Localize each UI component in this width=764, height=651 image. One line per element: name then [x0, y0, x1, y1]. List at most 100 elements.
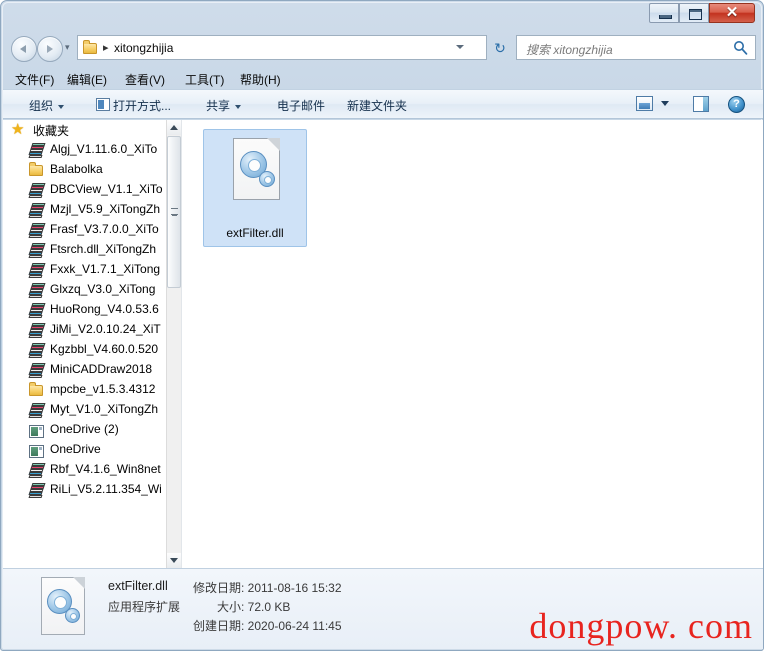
- open-with-icon: [96, 98, 110, 111]
- sidebar-item-algj[interactable]: Algj_V1.11.6.0_XiTo: [3, 140, 166, 160]
- sidebar-item-rbf[interactable]: Rbf_V4.1.6_Win8net: [3, 460, 166, 480]
- file-list-pane[interactable]: extFilter.dll: [184, 120, 763, 568]
- dll-file-icon: [41, 577, 85, 635]
- sidebar-item-glxzq[interactable]: Glxzq_V3.0_XiTong: [3, 280, 166, 300]
- sidebar-item-label: Fxxk_V1.7.1_XiTong: [50, 262, 161, 276]
- command-bar: 组织 打开方式... 共享 电子邮件 新建文件夹 ?: [3, 89, 763, 119]
- help-icon[interactable]: ?: [728, 96, 745, 113]
- main-area: ★ 收藏夹 Algj_V1.11.6.0_XiTo Balabolka DBCV…: [3, 120, 763, 568]
- scroll-down-arrow[interactable]: [167, 553, 181, 568]
- refresh-icon[interactable]: ↻: [491, 39, 509, 57]
- menu-tools[interactable]: 工具(T): [181, 69, 228, 90]
- archive-icon: [28, 262, 46, 278]
- sidebar-item-ftsrch[interactable]: Ftsrch.dll_XiTongZh: [3, 240, 166, 260]
- sidebar-item-rili[interactable]: RiLi_V5.2.11.354_Wi: [3, 480, 166, 500]
- details-modified-date: 修改日期: 2011-08-16 15:32: [193, 581, 342, 595]
- menu-file[interactable]: 文件(F): [11, 69, 58, 90]
- scroll-up-arrow[interactable]: [167, 120, 181, 135]
- forward-button[interactable]: [37, 36, 63, 62]
- archive-icon: [28, 482, 46, 498]
- menu-view[interactable]: 查看(V): [121, 69, 169, 90]
- navigation-bar: ▾ ▸ xitongzhijia ↻ 搜索 xitongzhijia: [1, 31, 764, 65]
- maximize-button[interactable]: [679, 3, 709, 23]
- onedrive-icon: [29, 422, 45, 438]
- sidebar-item-fxxk[interactable]: Fxxk_V1.7.1_XiTong: [3, 260, 166, 280]
- share-button[interactable]: 共享: [206, 97, 242, 114]
- menu-edit[interactable]: 编辑(E): [63, 69, 111, 90]
- forward-arrow-icon: [47, 45, 53, 53]
- details-file-size: 大小: 72.0 KB: [217, 600, 291, 614]
- sidebar-item-label: Ftsrch.dll_XiTongZh: [50, 242, 157, 256]
- sidebar-item-onedrive-2[interactable]: OneDrive (2): [3, 420, 166, 440]
- folder-icon: [29, 162, 45, 178]
- view-layout-icon[interactable]: [636, 96, 653, 111]
- sidebar-item-huorong[interactable]: HuoRong_V4.0.53.6: [3, 300, 166, 320]
- chevron-down-icon[interactable]: [661, 101, 669, 106]
- scroll-thumb[interactable]: [167, 136, 181, 288]
- gear-icon: [259, 171, 275, 187]
- sidebar-item-mpcbe[interactable]: mpcbe_v1.5.3.4312: [3, 380, 166, 400]
- menu-help[interactable]: 帮助(H): [236, 69, 285, 90]
- archive-icon: [28, 242, 46, 258]
- archive-icon: [28, 462, 46, 478]
- sidebar-item-favorites[interactable]: ★ 收藏夹: [3, 120, 166, 140]
- archive-icon: [28, 282, 46, 298]
- chevron-down-icon: [235, 104, 242, 109]
- open-with-button[interactable]: 打开方式...: [113, 97, 171, 114]
- address-bar[interactable]: ▸ xitongzhijia: [77, 35, 487, 60]
- sidebar-item-mzjl[interactable]: Mzjl_V5.9_XiTongZh: [3, 200, 166, 220]
- sidebar-item-dbcview[interactable]: DBCView_V1.1_XiTo: [3, 180, 166, 200]
- maximize-icon: [689, 9, 702, 20]
- back-button[interactable]: [11, 36, 37, 62]
- archive-icon: [28, 202, 46, 218]
- minimize-icon: [659, 15, 672, 19]
- search-input[interactable]: 搜索 xitongzhijia: [526, 41, 613, 58]
- close-button[interactable]: ✕: [709, 3, 755, 23]
- archive-icon: [28, 362, 46, 378]
- archive-icon: [28, 142, 46, 158]
- back-arrow-icon: [20, 45, 26, 53]
- organize-label: 组织: [29, 99, 54, 113]
- sidebar-item-label: Balabolka: [50, 162, 103, 176]
- sidebar-item-minicaddraw[interactable]: MiniCADDraw2018: [3, 360, 166, 380]
- sidebar-item-label: Frasf_V3.7.0.0_XiTo: [50, 222, 159, 236]
- sidebar-scrollbar[interactable]: [166, 120, 181, 568]
- recent-pages-button[interactable]: ▾: [65, 43, 73, 52]
- sidebar-item-label: Mzjl_V5.9_XiTongZh: [50, 202, 161, 216]
- sidebar-item-label: 收藏夹: [33, 124, 70, 138]
- navigation-pane: ★ 收藏夹 Algj_V1.11.6.0_XiTo Balabolka DBCV…: [3, 120, 181, 568]
- sidebar-item-myt[interactable]: Myt_V1.0_XiTongZh: [3, 400, 166, 420]
- search-box[interactable]: 搜索 xitongzhijia: [516, 35, 756, 60]
- onedrive-icon: [29, 442, 45, 458]
- sidebar-item-onedrive[interactable]: OneDrive: [3, 440, 166, 460]
- title-bar: ✕: [1, 1, 764, 29]
- dll-file-icon: [233, 138, 280, 200]
- sidebar-item-label: OneDrive: [50, 442, 101, 456]
- breadcrumb-path[interactable]: xitongzhijia: [114, 41, 173, 55]
- preview-pane-icon[interactable]: [693, 96, 709, 112]
- archive-icon: [28, 402, 46, 418]
- sidebar-item-label: JiMi_V2.0.10.24_XiT: [50, 322, 161, 336]
- sidebar-item-label: DBCView_V1.1_XiTo: [50, 182, 163, 196]
- new-folder-button[interactable]: 新建文件夹: [347, 97, 407, 114]
- details-created-date: 创建日期: 2020-06-24 11:45: [193, 619, 342, 633]
- file-item-label: extFilter.dll: [226, 226, 284, 240]
- chevron-down-icon[interactable]: [456, 45, 464, 49]
- menu-bar: 文件(F) 编辑(E) 查看(V) 工具(T) 帮助(H): [1, 65, 764, 89]
- sidebar-item-frasf[interactable]: Frasf_V3.7.0.0_XiTo: [3, 220, 166, 240]
- scroll-thumb-grip: [171, 208, 178, 215]
- file-item-extfilter[interactable]: extFilter.dll: [203, 129, 307, 247]
- sidebar-item-label: HuoRong_V4.0.53.6: [50, 302, 159, 316]
- organize-button[interactable]: 组织: [29, 97, 65, 114]
- sidebar-item-label: Glxzq_V3.0_XiTong: [50, 282, 156, 296]
- minimize-button[interactable]: [649, 3, 679, 23]
- sidebar-item-jimi[interactable]: JiMi_V2.0.10.24_XiT: [3, 320, 166, 340]
- archive-icon: [28, 322, 46, 338]
- email-button[interactable]: 电子邮件: [277, 97, 325, 114]
- archive-icon: [28, 182, 46, 198]
- sidebar-item-balabolka[interactable]: Balabolka: [3, 160, 166, 180]
- sidebar-item-label: MiniCADDraw2018: [50, 362, 153, 376]
- sidebar-item-kgzbbl[interactable]: Kgzbbl_V4.60.0.520: [3, 340, 166, 360]
- sidebar-item-label: Myt_V1.0_XiTongZh: [50, 402, 159, 416]
- close-icon: ✕: [725, 4, 739, 21]
